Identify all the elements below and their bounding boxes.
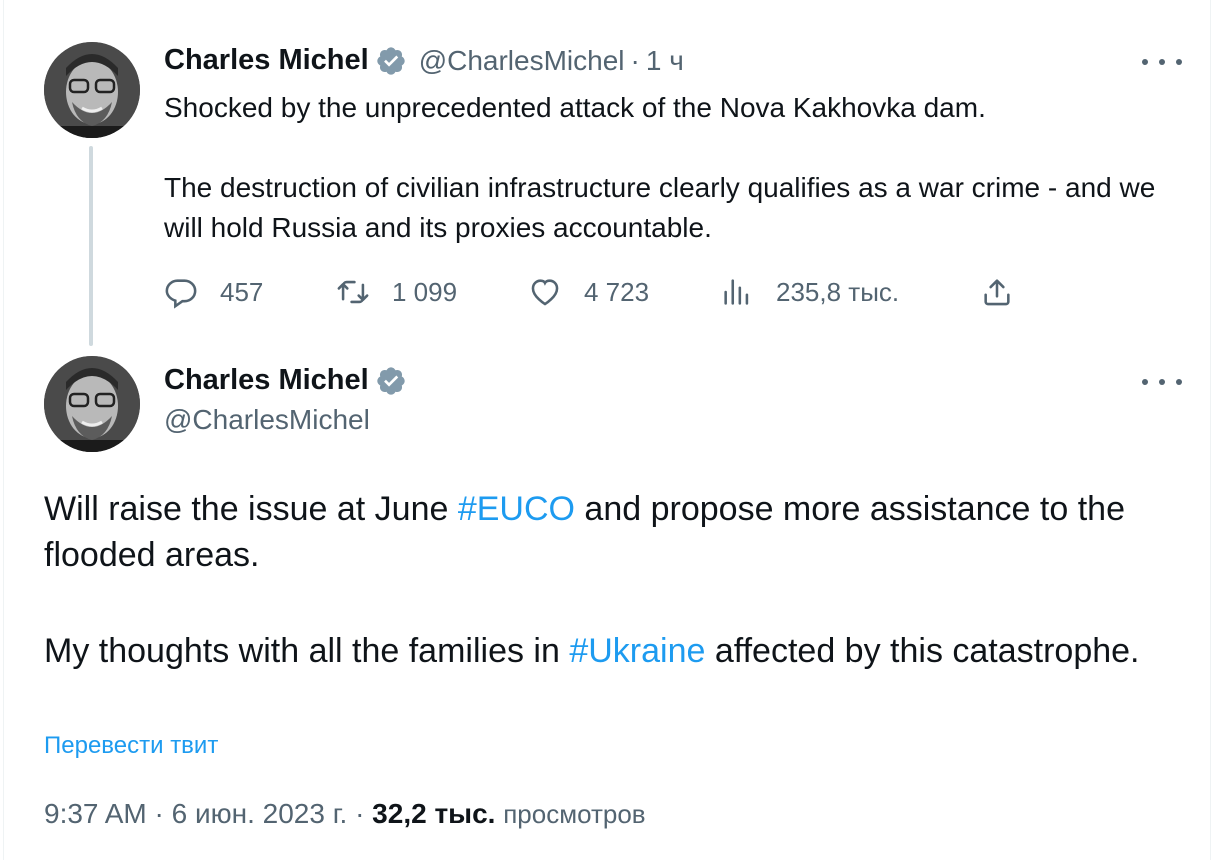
tweet-paragraph: Shocked by the unprecedented attack of t… xyxy=(164,92,986,123)
translate-link[interactable]: Перевести твит xyxy=(44,732,218,760)
avatar[interactable] xyxy=(44,356,140,452)
separator-dot: · xyxy=(154,798,164,829)
more-icon[interactable] xyxy=(1142,48,1182,76)
like-count: 4 723 xyxy=(584,276,650,307)
reply-icon xyxy=(164,275,198,309)
hashtag-link[interactable]: #Ukraine xyxy=(569,632,705,670)
like-button[interactable]: 4 723 xyxy=(528,270,649,314)
views-label: просмотров xyxy=(503,799,646,829)
thread-connector xyxy=(89,146,93,346)
views-icon xyxy=(720,275,754,309)
tweet-time[interactable]: 1 ч xyxy=(646,45,684,77)
tweet2-header: Charles Michel xyxy=(164,364,407,397)
tweet-paragraph: Will raise the issue at June #EUCO and p… xyxy=(44,486,1184,578)
text-segment: My thoughts with all the families in xyxy=(44,632,570,670)
reply-button[interactable]: 457 xyxy=(164,270,263,314)
author-handle[interactable]: @CharlesMichel xyxy=(419,45,625,77)
verified-badge-icon[interactable] xyxy=(375,365,407,397)
tweet-text: Shocked by the unprecedented attack of t… xyxy=(164,88,1174,248)
tweet1-header: Charles Michel @CharlesMichel · 1 ч xyxy=(164,44,684,77)
author-handle[interactable]: @CharlesMichel xyxy=(164,404,370,436)
tweet-text: Will raise the issue at June #EUCO and p… xyxy=(44,486,1184,674)
avatar-portrait xyxy=(44,42,140,138)
left-border xyxy=(3,0,4,860)
share-button[interactable] xyxy=(980,270,1014,314)
tweet-paragraph: The destruction of civilian infrastructu… xyxy=(164,172,1156,243)
like-icon xyxy=(528,275,562,309)
views-count: 235,8 тыс. xyxy=(776,276,900,307)
author-name[interactable]: Charles Michel xyxy=(164,364,369,397)
more-icon[interactable] xyxy=(1142,368,1182,396)
tweet-meta: 9:37 AM · 6 июн. 2023 г. · 32,2 тыс. про… xyxy=(44,798,646,830)
avatar-portrait xyxy=(44,356,140,452)
views-count[interactable]: 32,2 тыс. xyxy=(372,798,495,829)
tweet-time[interactable]: 9:37 AM xyxy=(44,798,147,829)
author-name[interactable]: Charles Michel xyxy=(164,44,369,77)
right-border xyxy=(1210,0,1211,860)
separator-dot: · xyxy=(355,798,365,829)
retweet-count: 1 099 xyxy=(392,276,458,307)
separator-dot: · xyxy=(630,44,640,76)
hashtag-link[interactable]: #EUCO xyxy=(458,490,575,528)
views-button[interactable]: 235,8 тыс. xyxy=(720,270,899,314)
retweet-icon xyxy=(336,275,370,309)
tweet-date[interactable]: 6 июн. 2023 г. xyxy=(172,798,348,829)
reply-count: 457 xyxy=(220,276,264,307)
tweet-actions: 457 1 099 4 723 235,8 тыс. xyxy=(164,270,1024,314)
retweet-button[interactable]: 1 099 xyxy=(336,270,457,314)
tweet-paragraph: My thoughts with all the families in #Uk… xyxy=(44,628,1184,674)
text-segment: affected by this catastrophe. xyxy=(705,632,1140,670)
avatar[interactable] xyxy=(44,42,140,138)
text-segment: Will raise the issue at June xyxy=(44,490,458,528)
verified-badge-icon[interactable] xyxy=(375,45,407,77)
share-icon xyxy=(980,275,1014,309)
